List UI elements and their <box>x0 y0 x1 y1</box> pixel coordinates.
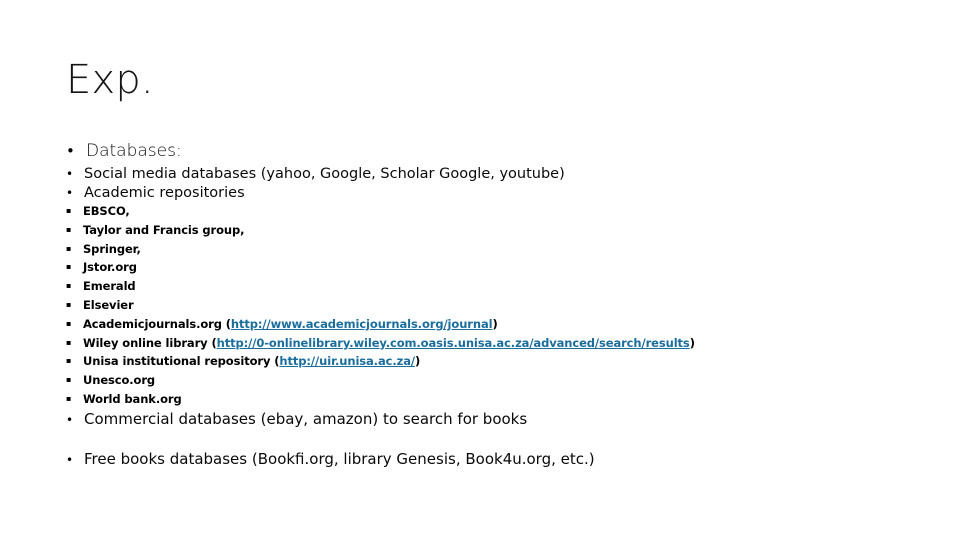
bullet-marker-level3: ▪ <box>66 281 72 291</box>
repository-name-wiley: Wiley online library ( <box>83 335 217 350</box>
bullet-label-social-media: Social media databases (yahoo, Google, S… <box>84 166 565 182</box>
bullet-list-level1: • Databases: <box>66 140 906 163</box>
repository-name-unesco: Unesco.org <box>83 373 156 388</box>
bullet-marker-level3: ▪ <box>66 375 72 385</box>
slide-body: • Databases: • Social media databases (y… <box>66 140 906 490</box>
slide-canvas: Exp. • Databases: • Social media databas… <box>0 0 960 540</box>
bullet-label-academic-repositories: Academic repositories <box>84 185 245 201</box>
bullet-marker-level3: ▪ <box>66 262 72 272</box>
bullet-label-free-books-databases: Free books databases (Bookfi.org, librar… <box>84 449 595 468</box>
repository-name-world-bank: World bank.org <box>83 391 182 406</box>
bullet-marker-level3: ▪ <box>66 206 72 215</box>
link-academicjournals[interactable]: http://www.academicjournals.org/journal <box>231 317 493 331</box>
link-wiley-online-library[interactable]: http://0-onlinelibrary.wiley.com.oasis.u… <box>217 336 690 350</box>
bullet-item-academic-repositories: • Academic repositories <box>66 184 906 203</box>
repository-name-emerald: Emerald <box>83 279 136 294</box>
list-item: ▪ Jstor.org <box>66 259 906 278</box>
repository-entry-academicjournals: Academicjournals.org (http://www.academi… <box>83 316 498 333</box>
bullet-list-level2-trailing: • Commercial databases (ebay, amazon) to… <box>66 410 906 470</box>
bullet-marker-level2: • <box>66 186 74 200</box>
list-item: ▪ Taylor and Francis group, <box>66 222 906 241</box>
bullet-marker-level2: • <box>66 412 74 427</box>
repository-name-taylor-francis: Taylor and Francis group, <box>83 222 245 237</box>
repository-name-springer: Springer, <box>83 241 141 256</box>
bullet-marker-level3: ▪ <box>66 393 72 403</box>
list-item: ▪ World bank.org <box>66 391 906 410</box>
repository-entry-wiley: Wiley online library (http://0-onlinelib… <box>83 335 695 352</box>
paren-close: ) <box>689 335 695 350</box>
list-item: ▪ Elsevier <box>66 297 906 316</box>
repository-name-academicjournals: Academicjournals.org ( <box>83 316 231 331</box>
list-item: ▪ Emerald <box>66 278 906 297</box>
link-unisa-institutional-repository[interactable]: http://uir.unisa.ac.za/ <box>279 354 415 368</box>
repository-name-unisa: Unisa institutional repository ( <box>83 354 280 369</box>
repository-name-jstor: Jstor.org <box>83 260 137 275</box>
bullet-item-free-books-databases: • Free books databases (Bookfi.org, libr… <box>66 450 906 470</box>
bullet-marker-level3: ▪ <box>66 318 72 328</box>
repository-name-ebsco: EBSCO, <box>83 204 130 218</box>
repository-entry-unisa: Unisa institutional repository (http://u… <box>83 353 420 370</box>
list-item: ▪ Springer, <box>66 241 906 260</box>
bullet-item-commercial-databases: • Commercial databases (ebay, amazon) to… <box>66 410 906 430</box>
bullet-label-databases: Databases: <box>86 141 182 161</box>
page-title: Exp. <box>66 57 154 103</box>
repository-name-elsevier: Elsevier <box>83 297 134 312</box>
bullet-marker-level3: ▪ <box>66 337 72 347</box>
bullet-marker-level3: ▪ <box>66 356 72 366</box>
bullet-marker-level3: ▪ <box>66 299 72 309</box>
list-item: ▪ Wiley online library (http://0-onlinel… <box>66 335 906 354</box>
paren-close: ) <box>414 354 421 369</box>
bullet-list-level3: ▪ EBSCO, ▪ Taylor and Francis group, ▪ S… <box>66 203 906 410</box>
list-item: ▪ Unisa institutional repository (http:/… <box>66 353 906 372</box>
list-item: ▪ Unesco.org <box>66 372 906 391</box>
bullet-item-social-media: • Social media databases (yahoo, Google,… <box>66 165 906 184</box>
bullet-marker-level3: ▪ <box>66 224 72 234</box>
paren-close: ) <box>492 316 498 331</box>
bullet-label-commercial-databases: Commercial databases (ebay, amazon) to s… <box>84 409 528 428</box>
bullet-marker-level2: • <box>66 452 74 467</box>
bullet-marker-level2: • <box>66 167 74 181</box>
bullet-marker-level3: ▪ <box>66 243 72 253</box>
list-item: ▪ EBSCO, <box>66 203 906 222</box>
bullet-item-databases: • Databases: <box>66 140 906 163</box>
bullet-marker-level1: • <box>66 142 75 160</box>
bullet-list-level2: • Social media databases (yahoo, Google,… <box>66 165 906 203</box>
list-item: ▪ Academicjournals.org (http://www.acade… <box>66 316 906 335</box>
